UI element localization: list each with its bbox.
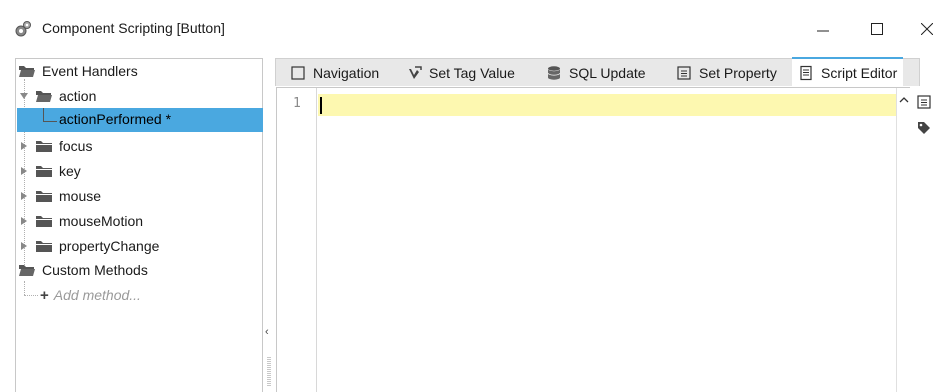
vertical-scrollbar[interactable] bbox=[896, 88, 910, 392]
folder-open-icon bbox=[36, 91, 52, 102]
tree-label: Custom Methods bbox=[42, 262, 148, 278]
tree-label: mouseMotion bbox=[59, 213, 144, 229]
line-number: 1 bbox=[293, 96, 301, 111]
window-title: Component Scripting [Button] bbox=[42, 20, 225, 36]
tab-label: Set Property bbox=[699, 65, 777, 81]
tree-node-focus[interactable]: focus bbox=[19, 134, 92, 158]
folder-icon bbox=[36, 216, 52, 227]
tree-node-action[interactable]: action bbox=[19, 84, 96, 108]
tab-label: SQL Update bbox=[569, 65, 646, 81]
script-editor[interactable]: 1 bbox=[276, 87, 910, 392]
app-gear-icon bbox=[15, 21, 31, 37]
line-number-gutter: 1 bbox=[277, 88, 317, 392]
folder-open-icon bbox=[19, 265, 35, 276]
expanded-caret-icon[interactable] bbox=[19, 91, 29, 101]
collapsed-caret-icon[interactable] bbox=[19, 191, 29, 201]
title-bar: Component Scripting [Button] bbox=[0, 0, 950, 58]
close-icon bbox=[921, 23, 933, 35]
folder-icon bbox=[36, 141, 52, 152]
collapsed-caret-icon[interactable] bbox=[19, 241, 29, 251]
collapse-left-icon[interactable]: ‹ bbox=[265, 326, 269, 338]
add-method-link[interactable]: + Add method... bbox=[40, 283, 141, 307]
collapsed-caret-icon[interactable] bbox=[19, 141, 29, 151]
tree-node-custom-methods[interactable]: Custom Methods bbox=[18, 258, 148, 282]
tree-node-mouse-motion[interactable]: mouseMotion bbox=[19, 209, 143, 233]
tree-label: actionPerformed * bbox=[59, 111, 172, 127]
tab-set-tag-value[interactable]: Set Tag Value bbox=[400, 59, 521, 87]
tree-node-action-performed[interactable]: actionPerformed * bbox=[17, 108, 263, 132]
close-button[interactable] bbox=[904, 10, 950, 48]
current-line-highlight bbox=[318, 94, 896, 116]
maximize-button[interactable] bbox=[854, 10, 900, 48]
tab-label: Set Tag Value bbox=[429, 65, 515, 81]
event-tree: Event Handlers action actionPerformed * … bbox=[15, 58, 263, 392]
tree-label: Event Handlers bbox=[42, 63, 138, 79]
tree-connector bbox=[43, 108, 57, 122]
text-cursor bbox=[320, 97, 322, 114]
maximize-icon bbox=[871, 23, 883, 35]
tree-label: focus bbox=[59, 138, 93, 154]
tab-navigation[interactable]: Navigation bbox=[284, 59, 385, 87]
tag-icon[interactable] bbox=[916, 120, 932, 136]
tab-label: Script Editor bbox=[821, 64, 898, 81]
minimize-icon bbox=[817, 30, 829, 32]
checkbox-icon bbox=[291, 66, 305, 80]
tree-guide-line bbox=[24, 295, 38, 296]
list-icon bbox=[677, 66, 691, 80]
tab-label: Navigation bbox=[313, 65, 380, 81]
scroll-up-icon[interactable] bbox=[899, 96, 909, 104]
tree-label: mouse bbox=[59, 188, 102, 204]
tree-label: key bbox=[59, 163, 81, 179]
minimize-button[interactable] bbox=[800, 10, 846, 48]
splitter-grip[interactable] bbox=[267, 356, 271, 386]
tree-label: action bbox=[59, 88, 97, 104]
plus-icon: + bbox=[40, 286, 49, 304]
action-tabs: Navigation Set Tag Value SQL Update Set … bbox=[275, 57, 920, 87]
tree-node-key[interactable]: key bbox=[19, 159, 81, 183]
tag-check-icon bbox=[409, 66, 422, 79]
tab-script-editor[interactable]: Script Editor bbox=[792, 57, 904, 86]
tree-node-event-handlers[interactable]: Event Handlers bbox=[18, 59, 138, 83]
folder-icon bbox=[36, 191, 52, 202]
tree-node-property-change[interactable]: propertyChange bbox=[19, 234, 159, 258]
tree-node-mouse[interactable]: mouse bbox=[19, 184, 101, 208]
collapsed-caret-icon[interactable] bbox=[19, 216, 29, 226]
folder-icon bbox=[36, 166, 52, 177]
panel-splitter[interactable]: ‹ bbox=[263, 58, 275, 392]
folder-open-icon bbox=[19, 66, 35, 77]
tree-label: propertyChange bbox=[59, 238, 160, 254]
add-method-label: Add method... bbox=[53, 287, 141, 303]
collapsed-caret-icon[interactable] bbox=[19, 166, 29, 176]
tab-sql-update[interactable]: SQL Update bbox=[540, 59, 652, 87]
script-icon bbox=[800, 65, 812, 80]
tab-set-property[interactable]: Set Property bbox=[670, 59, 783, 87]
folder-icon bbox=[36, 241, 52, 252]
tree-guide-line bbox=[24, 281, 25, 295]
database-icon bbox=[547, 66, 561, 80]
outline-icon[interactable] bbox=[916, 94, 932, 110]
